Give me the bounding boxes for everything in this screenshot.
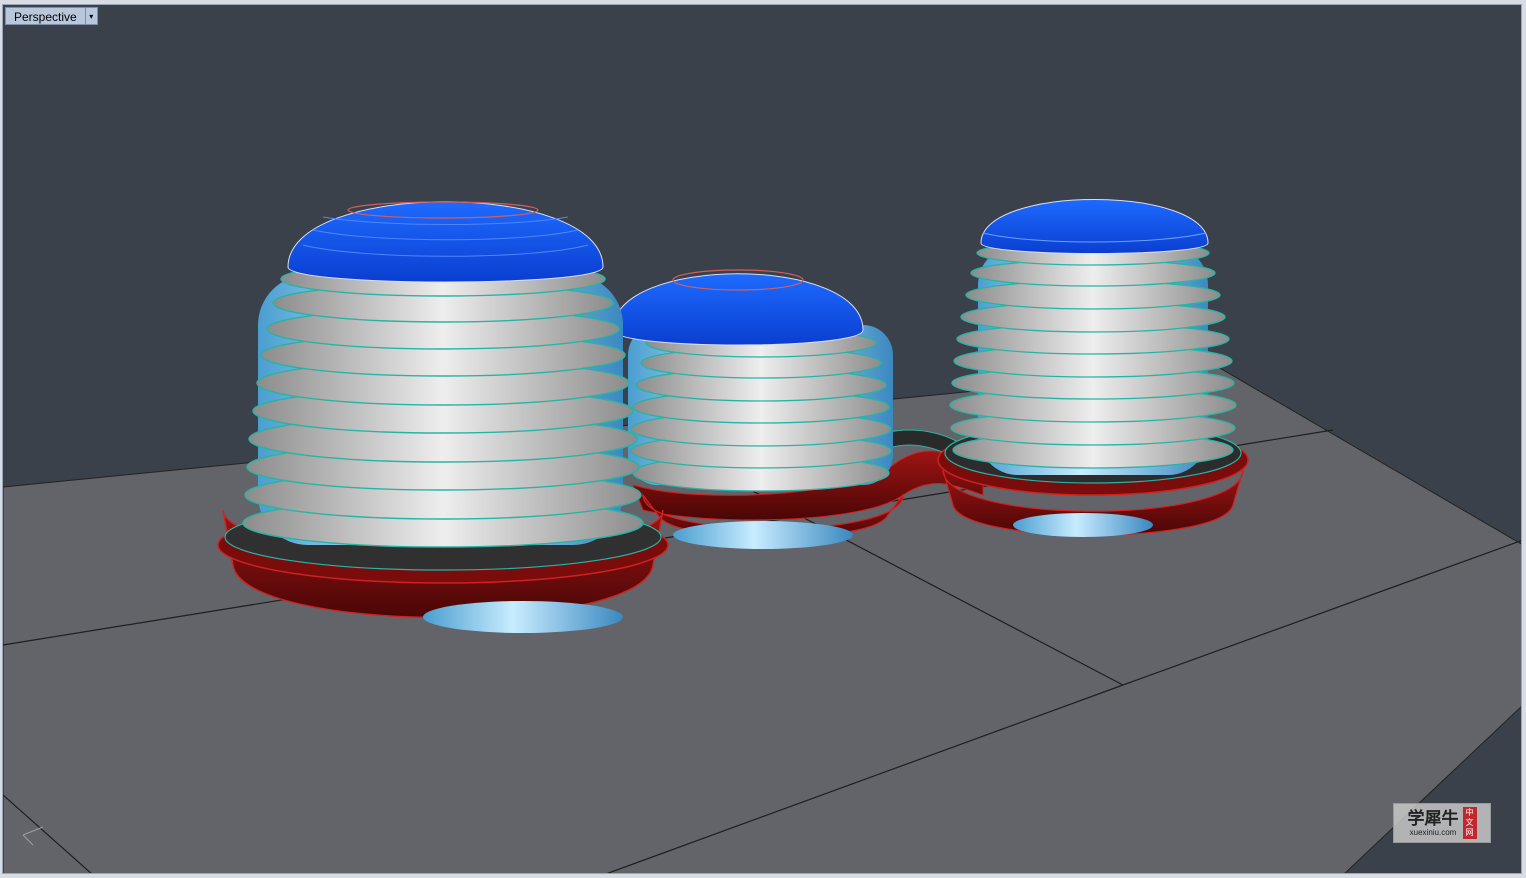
watermark-seal: 中文网 bbox=[1462, 807, 1477, 839]
tower-left[interactable] bbox=[217, 201, 669, 633]
viewport-title-tab[interactable]: Perspective ▾ bbox=[5, 7, 98, 25]
viewport-title[interactable]: Perspective bbox=[5, 7, 85, 25]
watermark-url: xuexiniu.com bbox=[1409, 827, 1457, 837]
chevron-down-icon[interactable]: ▾ bbox=[84, 7, 98, 25]
status-strip bbox=[0, 874, 1526, 878]
watermark-brand: 学犀牛 bbox=[1407, 808, 1459, 829]
watermark-logo: 学犀牛 xuexiniu.com 中文网 bbox=[1393, 803, 1491, 843]
perspective-viewport[interactable]: Perspective ▾ 学犀牛 xuexiniu.com 中文网 bbox=[2, 4, 1522, 874]
3d-scene[interactable] bbox=[3, 5, 1522, 874]
